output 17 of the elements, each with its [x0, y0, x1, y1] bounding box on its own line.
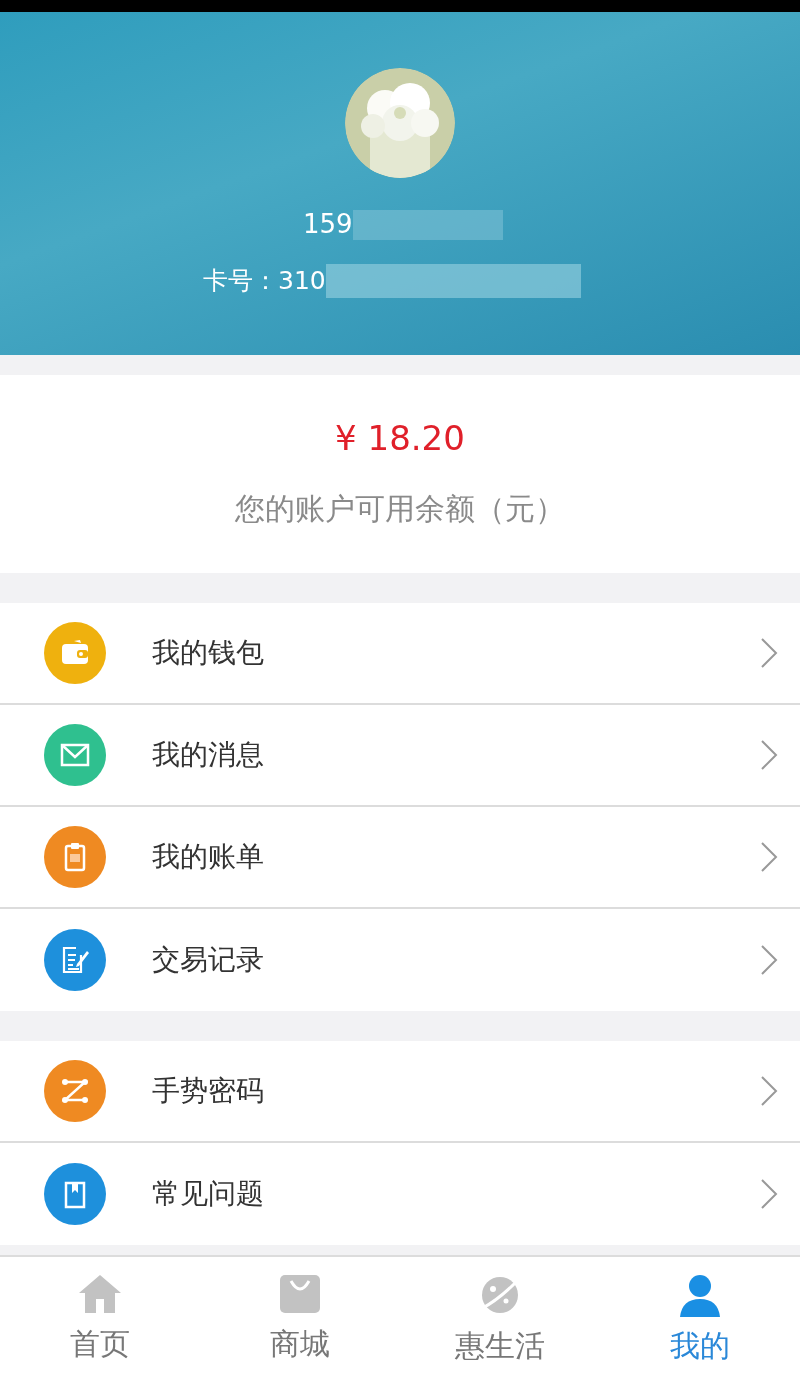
chevron-icon	[760, 944, 778, 976]
home-icon	[77, 1273, 123, 1315]
chevron-icon	[760, 739, 778, 771]
balance-amount: ¥ 18.20	[335, 417, 465, 460]
tab-bar-item[interactable]: 惠生活	[400, 1257, 600, 1381]
card-number: 卡号：310	[203, 265, 326, 297]
tab-bar-item[interactable]: 我的	[600, 1257, 800, 1381]
chevron-icon	[760, 1178, 778, 1210]
chevron-icon	[760, 637, 778, 669]
chevron-icon	[760, 841, 778, 873]
phone-number: 159	[303, 208, 353, 241]
chevron-icon	[760, 1075, 778, 1107]
tab-bar-item[interactable]: 商城	[200, 1257, 400, 1381]
shopping-bag-icon	[278, 1273, 322, 1315]
balance-caption: 您的账户可用余额（元）	[235, 490, 565, 528]
person-icon	[678, 1273, 722, 1317]
tab-bar-item[interactable]: 首页	[0, 1257, 200, 1381]
